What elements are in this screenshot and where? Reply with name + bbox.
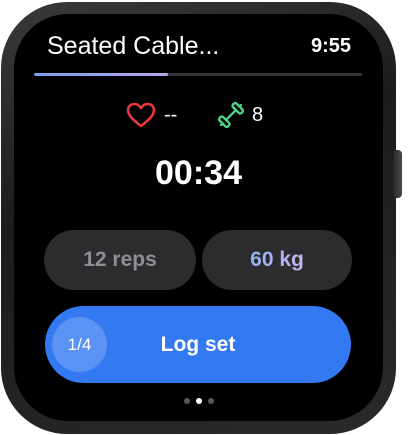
workout-progress-bar	[34, 73, 362, 76]
heart-icon	[126, 102, 156, 128]
watch-screen: Seated Cable... 9:55 -- 8 00:34 12 reps …	[14, 14, 383, 421]
side-button	[394, 150, 402, 198]
reps-button[interactable]: 12 reps	[44, 230, 196, 290]
log-set-button[interactable]: 1/4 Log set	[45, 306, 351, 383]
page-dot[interactable]	[183, 398, 190, 404]
log-set-label: Log set	[160, 333, 236, 356]
elapsed-timer: 00:34	[155, 154, 242, 192]
exercise-title: Seated Cable...	[47, 32, 220, 60]
dumbbell-icon	[217, 101, 245, 129]
heart-rate-value: --	[164, 104, 178, 126]
page-dot[interactable]	[195, 398, 202, 404]
clock-time: 9:55	[310, 35, 351, 57]
sets-count-value: 8	[252, 104, 264, 126]
reps-label: 12 reps	[83, 248, 157, 271]
page-indicator	[14, 398, 383, 406]
weight-button[interactable]: 60 kg	[202, 230, 352, 290]
workout-progress-fill	[34, 73, 169, 76]
stats-row: -- 8	[14, 100, 383, 130]
set-counter-badge: 1/4	[52, 317, 107, 372]
page-dot[interactable]	[207, 398, 214, 404]
weight-label: 60 kg	[250, 248, 304, 271]
